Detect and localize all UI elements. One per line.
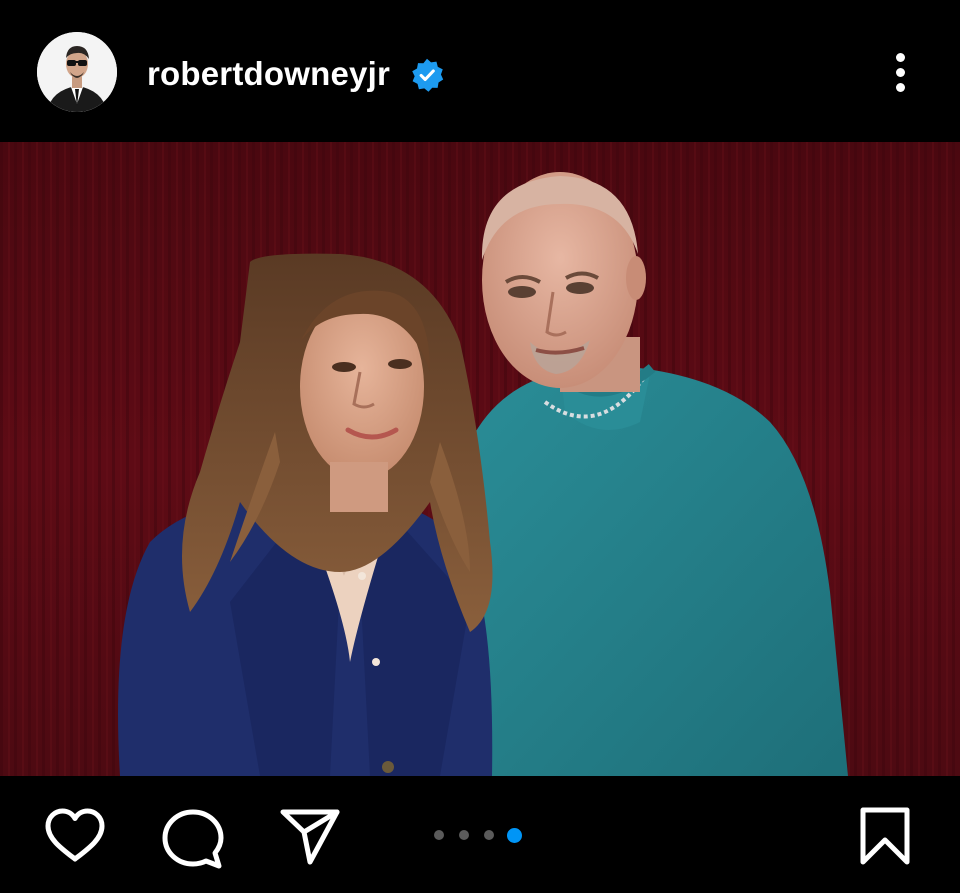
carousel-indicator xyxy=(434,826,534,844)
comment-bubble-icon xyxy=(162,809,224,869)
avatar[interactable] xyxy=(37,32,117,112)
carousel-dot xyxy=(459,830,469,840)
carousel-dot xyxy=(484,830,494,840)
post-header: robertdowneyjr xyxy=(0,0,960,142)
like-button[interactable] xyxy=(44,808,106,864)
heart-icon xyxy=(45,808,105,862)
post-action-bar xyxy=(0,776,960,893)
photo-image xyxy=(0,142,960,776)
share-button[interactable] xyxy=(280,808,340,866)
post-photo[interactable] xyxy=(0,142,960,776)
paper-plane-icon xyxy=(280,809,340,865)
carousel-dot-active xyxy=(507,828,522,843)
more-dot xyxy=(896,68,905,77)
verified-badge-icon xyxy=(412,58,444,92)
avatar-image xyxy=(37,32,117,112)
save-button[interactable] xyxy=(860,807,910,865)
username[interactable]: robertdowneyjr xyxy=(147,52,390,96)
comment-button[interactable] xyxy=(162,808,224,870)
more-options-button[interactable] xyxy=(886,50,916,96)
more-dot xyxy=(896,83,905,92)
more-dot xyxy=(896,53,905,62)
carousel-dot xyxy=(434,830,444,840)
bookmark-icon xyxy=(860,807,910,865)
